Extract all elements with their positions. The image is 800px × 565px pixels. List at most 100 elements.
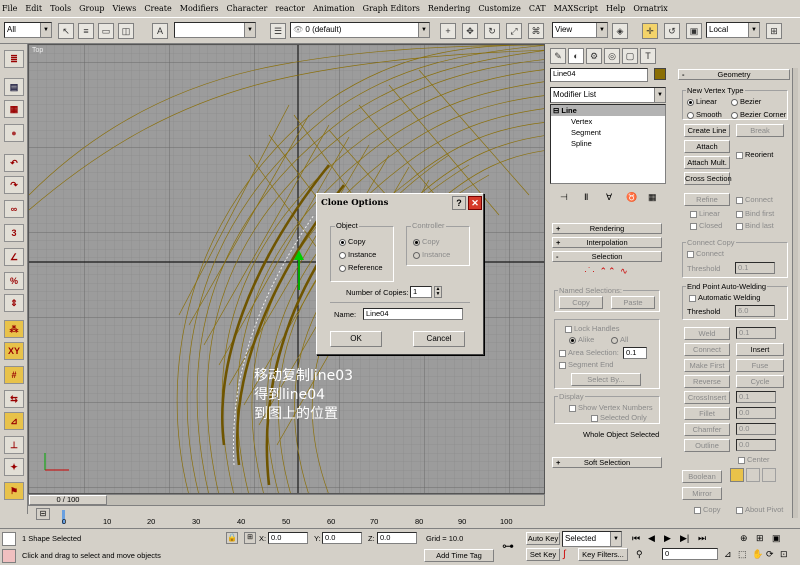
geometry-rollout[interactable]: - Geometry bbox=[678, 69, 790, 80]
attach-mult-button[interactable]: Attach Mult. bbox=[684, 156, 730, 169]
modifier-list-dropdown[interactable]: Modifier List ▼ bbox=[550, 87, 666, 103]
hierarchy-tab-icon[interactable]: ⚙ bbox=[586, 48, 602, 64]
mirror-button[interactable]: Mirror bbox=[682, 487, 722, 500]
select-by-button[interactable]: Select By... bbox=[571, 373, 641, 386]
cancel-button[interactable]: Cancel bbox=[413, 331, 465, 347]
select-rotate-icon[interactable]: ↻ bbox=[484, 23, 500, 39]
reference-radio[interactable]: Reference bbox=[339, 263, 383, 272]
stack-item-segment[interactable]: Segment bbox=[551, 127, 665, 138]
layer-add-icon[interactable]: + bbox=[440, 23, 456, 39]
connect-checkbox[interactable]: Connect bbox=[736, 195, 773, 204]
time-config-icon[interactable]: ⚲ bbox=[636, 549, 643, 560]
close-button[interactable]: ✕ bbox=[468, 196, 482, 210]
reverse-button[interactable]: Reverse bbox=[684, 375, 730, 388]
move-icon[interactable]: ✛ bbox=[642, 23, 658, 39]
about-pivot-checkbox[interactable]: About Pivot bbox=[736, 505, 783, 514]
menu-rendering[interactable]: Rendering bbox=[428, 4, 470, 13]
selected-only-checkbox[interactable]: Selected Only bbox=[591, 413, 647, 422]
create-tab-icon[interactable]: ✎ bbox=[550, 48, 566, 64]
make-first-button[interactable]: Make First bbox=[684, 359, 730, 372]
percent-snap-icon[interactable]: % bbox=[4, 272, 24, 290]
name-input[interactable]: Line04 bbox=[363, 308, 463, 320]
hierarchy-icon[interactable]: ⌘ bbox=[528, 23, 544, 39]
zoom-all-icon[interactable]: ⊞ bbox=[756, 533, 764, 544]
layers-icon[interactable]: ≣ bbox=[4, 50, 24, 68]
maxscript-listener-icon[interactable] bbox=[2, 532, 16, 546]
region-zoom-icon[interactable]: ⬚ bbox=[738, 549, 747, 560]
insert-button[interactable]: Insert bbox=[736, 343, 784, 356]
motion-tab-icon[interactable]: ◎ bbox=[604, 48, 620, 64]
view-dropdown[interactable]: View ▼ bbox=[552, 22, 608, 38]
select-by-name-icon[interactable]: ≡ bbox=[78, 23, 94, 39]
schematic-icon[interactable]: ▦ bbox=[4, 100, 24, 118]
mirror-copy-checkbox[interactable]: Copy bbox=[694, 505, 721, 514]
layer-dropdown[interactable]: 👁 0 (default) ▼ bbox=[290, 22, 430, 38]
help-button[interactable]: ? bbox=[452, 196, 466, 210]
show-end-result-icon[interactable]: Ⅱ bbox=[584, 192, 588, 203]
boolean-union-icon[interactable] bbox=[730, 468, 744, 482]
cross-section-button[interactable]: Cross Section bbox=[684, 172, 732, 185]
play-icon[interactable]: ▶ bbox=[664, 533, 671, 544]
boolean-subtract-icon[interactable] bbox=[746, 468, 760, 482]
menu-customize[interactable]: Customize bbox=[478, 4, 521, 13]
x-coord-input[interactable]: 0.0 bbox=[268, 532, 308, 544]
cycle-button[interactable]: Cycle bbox=[736, 375, 784, 388]
interpolation-rollout[interactable]: + Interpolation bbox=[552, 237, 662, 248]
alike-radio[interactable]: Alike bbox=[569, 335, 594, 344]
outline-input[interactable]: 0.0 bbox=[736, 439, 776, 451]
pivot-center-icon[interactable]: ⊞ bbox=[766, 23, 782, 39]
field-of-view-icon[interactable]: ⊿ bbox=[724, 549, 732, 560]
bezier-corner-radio[interactable]: Bezier Corner bbox=[731, 110, 786, 119]
zoom-extents-icon[interactable]: ▣ bbox=[772, 533, 781, 544]
rect-region-icon[interactable]: ▭ bbox=[98, 23, 114, 39]
fillet-button[interactable]: Fillet bbox=[684, 407, 730, 420]
weld-input[interactable]: 0.1 bbox=[736, 327, 776, 339]
track-bar[interactable]: ⊟ 0 10 20 30 40 50 60 70 80 90 100 bbox=[28, 506, 545, 526]
menu-modifiers[interactable]: Modifiers bbox=[180, 4, 219, 13]
ns-copy-button[interactable]: Copy bbox=[559, 296, 603, 309]
stack-item-spline[interactable]: Spline bbox=[551, 138, 665, 149]
connect-button[interactable]: Connect bbox=[684, 343, 730, 356]
axis-constraint-icon[interactable]: ⁂ bbox=[4, 320, 24, 338]
copies-spinner[interactable]: ▲ ▼ bbox=[434, 286, 442, 298]
mirror-icon[interactable]: ⇆ bbox=[4, 390, 24, 408]
go-to-end-icon[interactable]: ⏭ bbox=[698, 533, 706, 544]
copies-input[interactable]: 1 bbox=[410, 286, 432, 298]
remove-modifier-icon[interactable]: ♉ bbox=[626, 192, 637, 203]
key-filters-button[interactable]: Key Filters... bbox=[578, 548, 628, 561]
coord-system-dropdown[interactable]: Local ▼ bbox=[706, 22, 760, 38]
display-tab-icon[interactable]: ▢ bbox=[622, 48, 638, 64]
weld-button[interactable]: Weld bbox=[684, 327, 730, 340]
outline-button[interactable]: Outline bbox=[684, 439, 730, 452]
key-mode-icon[interactable]: ⊶ bbox=[502, 539, 514, 553]
normal-align-icon[interactable]: ⊥ bbox=[4, 436, 24, 454]
crossinsert-input[interactable]: 0.1 bbox=[736, 391, 776, 403]
instance-radio[interactable]: Instance bbox=[339, 250, 376, 259]
ns-paste-button[interactable]: Paste bbox=[611, 296, 655, 309]
layer-manager-icon[interactable]: ☰ bbox=[270, 23, 286, 39]
track-bar-icon[interactable]: ⊟ bbox=[36, 508, 50, 520]
selection-filter-dropdown[interactable]: All ▼ bbox=[4, 22, 52, 38]
y-coord-input[interactable]: 0.0 bbox=[322, 532, 362, 544]
ok-button[interactable]: OK bbox=[330, 331, 382, 347]
threshold2-input[interactable]: 6.0 bbox=[735, 305, 775, 317]
menu-ornatrix[interactable]: Ornatrix bbox=[633, 4, 667, 13]
fuse-button[interactable]: Fuse bbox=[736, 359, 784, 372]
curve-editor-icon[interactable]: ▤ bbox=[4, 78, 24, 96]
area-selection-input[interactable]: 0.1 bbox=[623, 347, 647, 359]
segment-end-checkbox[interactable]: Segment End bbox=[559, 360, 613, 369]
select-arrow-icon[interactable]: ↖ bbox=[58, 23, 74, 39]
menu-cat[interactable]: CAT bbox=[529, 4, 546, 13]
subobject-icons[interactable]: ·˙· ⌃⌃ ∿ bbox=[584, 266, 634, 280]
flag-icon[interactable]: ⚑ bbox=[4, 482, 24, 500]
menu-animation[interactable]: Animation bbox=[313, 4, 355, 13]
break-button[interactable]: Break bbox=[736, 124, 784, 137]
select-scale-icon[interactable]: ⤢ bbox=[506, 23, 522, 39]
refine-button[interactable]: Refine bbox=[684, 193, 730, 206]
orbit-icon[interactable]: ⟳ bbox=[766, 549, 774, 560]
crossinsert-button[interactable]: CrossInsert bbox=[684, 391, 730, 404]
named-selection-dropdown[interactable]: ▼ bbox=[174, 22, 256, 38]
utilities-tab-icon[interactable]: T bbox=[640, 48, 656, 64]
viewport-label[interactable]: Top bbox=[32, 47, 43, 54]
closed-checkbox[interactable]: Closed bbox=[690, 221, 722, 230]
